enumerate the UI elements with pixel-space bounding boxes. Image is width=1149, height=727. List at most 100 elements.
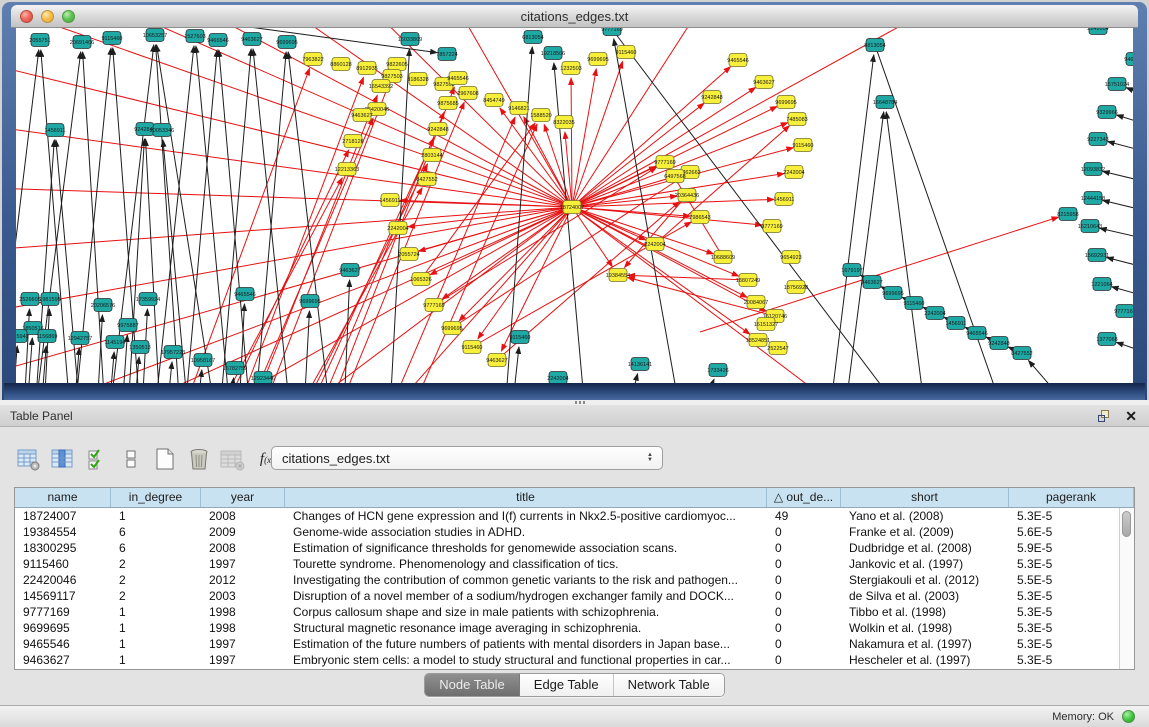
table-type-tabs: Node TableEdge TableNetwork Table: [0, 673, 1149, 699]
show-columns-icon[interactable]: [48, 445, 78, 473]
graph-node-label: 12923446: [251, 376, 275, 382]
table-row[interactable]: 1938455462009Genome-wide association stu…: [15, 524, 1119, 540]
table-cell: 2012: [201, 572, 285, 588]
new-column-icon[interactable]: [150, 445, 180, 473]
graph-edge: [16, 187, 572, 207]
graph-edge: [24, 309, 29, 383]
table-cell: 9463627: [15, 652, 111, 668]
graph-node-label: 9242848: [988, 341, 1009, 347]
table-cell: Hescheler et al. (1997): [841, 652, 1009, 668]
graph-node-label: 1232503: [560, 66, 581, 72]
dropdown-stepper-icon: ▲▼: [642, 453, 658, 463]
table-cell: Disruption of a novel member of a sodium…: [285, 588, 767, 604]
table-cell: 1: [111, 636, 201, 652]
graph-node-label: 1156869: [36, 334, 57, 340]
graph-node-label: 18524851: [746, 338, 770, 344]
graph-edge: [1108, 142, 1133, 154]
table-cell: Yano et al. (2008): [841, 508, 1009, 524]
column-header-year[interactable]: year: [201, 488, 285, 507]
network-canvas[interactable]: 1872400779638228860128891293598226059827…: [16, 28, 1133, 383]
table-cell: 9465546: [15, 636, 111, 652]
column-header-name[interactable]: name: [15, 488, 111, 507]
table-panel-header: Table Panel ✕: [0, 405, 1149, 427]
graph-node-label: 9699695: [882, 291, 903, 297]
table-row[interactable]: 911546021997Tourette syndrome. Phenomeno…: [15, 556, 1119, 572]
graph-node-label: 8427552: [1011, 351, 1032, 357]
graph-edge: [512, 347, 519, 383]
graph-node-label: 14136141: [628, 362, 652, 368]
graph-node-label: 15751024: [1105, 82, 1129, 88]
graph-node-label: 9146821: [508, 106, 529, 112]
column-checklist-icon[interactable]: [82, 445, 112, 473]
tab-network-table[interactable]: Network Table: [614, 674, 724, 696]
graph-node-label: 10688609: [711, 255, 735, 261]
table-cell: 9699695: [15, 620, 111, 636]
graph-node-label: 1456911: [773, 197, 794, 203]
graph-node-label: 9699695: [299, 299, 320, 305]
table-row[interactable]: 1872400712008Changes of HCN gene express…: [15, 508, 1119, 524]
table-panel: Table Panel ✕ f(x) citat: [0, 405, 1149, 705]
table-cell: 1998: [201, 620, 285, 636]
graph-node-label: 1065326: [410, 277, 431, 283]
column-header-short[interactable]: short: [841, 488, 1009, 507]
graph-node-label: 20691406: [70, 40, 94, 46]
table-row[interactable]: 1830029562008Estimation of significance …: [15, 540, 1119, 556]
graph-node-label: 9699695: [276, 40, 297, 46]
table-selector-dropdown[interactable]: citations_edges.txt ▲▼: [271, 446, 663, 470]
graph-node-label: 9463627: [339, 268, 360, 274]
graph-edge: [1117, 115, 1133, 127]
table-row[interactable]: 946554611997Estimation of the future num…: [15, 636, 1119, 652]
column-header-title[interactable]: title: [285, 488, 767, 507]
memory-indicator-icon[interactable]: [1122, 710, 1135, 723]
graph-node-label: 10958167: [191, 358, 215, 364]
table-vertical-scrollbar[interactable]: [1119, 508, 1134, 669]
table-cell: 6: [111, 540, 201, 556]
table-cell: Corpus callosum shape and size in male p…: [285, 604, 767, 620]
table-cell: Stergiakouli et al. (2012): [841, 572, 1009, 588]
graph-edge: [157, 45, 215, 383]
graph-edge: [262, 85, 388, 383]
network-graph: 1872400779638228860128891293598226059827…: [16, 28, 1133, 383]
graph-node-label: 7986543: [689, 215, 710, 221]
graph-edge: [571, 78, 572, 207]
table-toolbar: f(x): [14, 443, 286, 475]
graph-node-label: 16782759: [223, 366, 247, 372]
table-cell: 0: [767, 572, 841, 588]
table-options-icon[interactable]: [14, 445, 44, 473]
delete-column-icon[interactable]: [184, 445, 214, 473]
table-row[interactable]: 946362711997Embryonic stem cells: a mode…: [15, 652, 1119, 668]
graph-node-label: 9699695: [775, 100, 796, 106]
graph-node-label: 7963822: [302, 57, 323, 63]
table-cell: 1998: [201, 604, 285, 620]
table-cell: Dudbridge et al. (2008): [841, 540, 1009, 556]
table-row[interactable]: 1456911722003Disruption of a novel membe…: [15, 588, 1119, 604]
tab-node-table[interactable]: Node Table: [425, 674, 520, 696]
table-row[interactable]: 2242004622012Investigating the contribut…: [15, 572, 1119, 588]
graph-edge: [56, 140, 80, 383]
table-cell: 0: [767, 588, 841, 604]
graph-node-label: 12093832: [1081, 167, 1105, 173]
table-cell: 22420046: [15, 572, 111, 588]
graph-edge: [886, 112, 925, 383]
tab-edge-table[interactable]: Edge Table: [520, 674, 614, 696]
row-selector-icon[interactable]: [116, 445, 146, 473]
float-panel-icon[interactable]: [1098, 410, 1111, 423]
table-cell: 2009: [201, 524, 285, 540]
splitter-grip-icon: [575, 401, 585, 404]
table-cell: de Silva et al. (2003): [841, 588, 1009, 604]
graph-node-label: 16543392: [369, 84, 393, 90]
column-header-in_degree[interactable]: in_degree: [111, 488, 201, 507]
table-cell: Genome-wide association studies in ADHD.: [285, 524, 767, 540]
table-row[interactable]: 969969511998Structural magnetic resonanc…: [15, 620, 1119, 636]
column-header-out_degree[interactable]: △ out_de...: [767, 488, 841, 507]
graph-node-label: 2242004: [1087, 28, 1108, 32]
table-cell: Tourette syndrome. Phenomenology and cla…: [285, 556, 767, 572]
close-panel-icon[interactable]: ✕: [1125, 409, 1137, 423]
graph-node-label: 16210643: [1078, 224, 1102, 230]
table-row[interactable]: 977716911998Corpus callosum shape and si…: [15, 604, 1119, 620]
column-header-pagerank[interactable]: pagerank: [1009, 488, 1134, 507]
network-window-titlebar[interactable]: citations_edges.txt: [11, 5, 1138, 28]
scrollbar-thumb[interactable]: [1122, 511, 1131, 537]
graph-edge: [167, 362, 172, 383]
network-window: citations_edges.txt 18724007796382288601…: [2, 2, 1147, 400]
